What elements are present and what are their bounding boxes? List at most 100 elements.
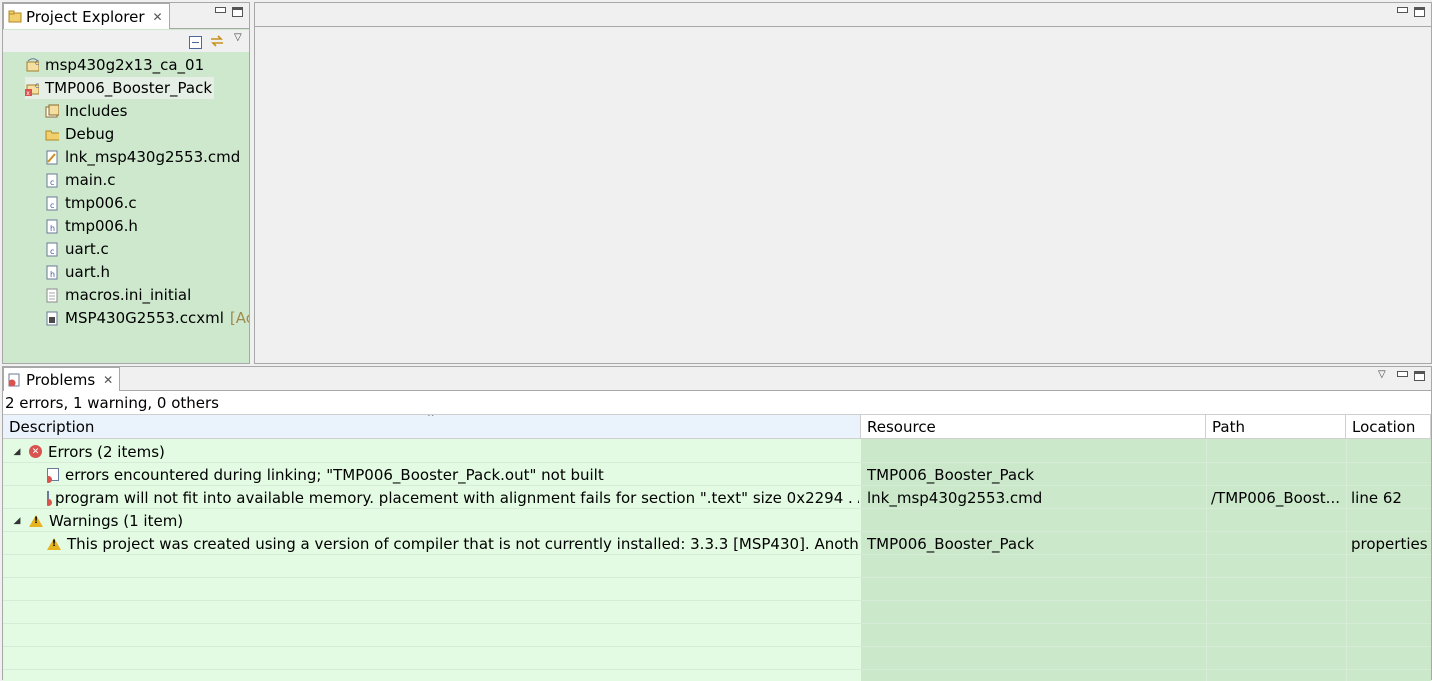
svg-text:C: C	[35, 83, 39, 90]
expand-toggle-icon[interactable]: ◢	[11, 447, 23, 457]
minimize-icon[interactable]	[215, 7, 226, 13]
svg-text:C: C	[35, 60, 39, 67]
tree-item[interactable]: c tmp006.c	[45, 192, 137, 214]
c-file-icon: c	[45, 242, 59, 257]
problem-row[interactable]: errors encountered during linking; "TMP0…	[3, 463, 1431, 486]
tree-item[interactable]: Includes	[45, 100, 127, 122]
svg-text:h: h	[50, 224, 55, 233]
problem-group-row[interactable]: ◢ ✕ Errors (2 items)	[3, 440, 1431, 463]
tree-item-label: TMP006_Booster_Pack	[45, 79, 213, 97]
path-cell	[1211, 532, 1343, 555]
description-cell: ◢ Warnings (1 item)	[11, 509, 859, 532]
project-explorer-toolbar: ▽	[3, 30, 249, 52]
problem-row[interactable]: program will not fit into available memo…	[3, 486, 1431, 509]
description-cell: This project was created using a version…	[47, 532, 859, 555]
collapse-all-icon[interactable]	[189, 35, 202, 53]
tree-item[interactable]: Cmsp430g2x13_ca_01	[25, 54, 204, 76]
tree-item-label: MSP430G2553.ccxml	[65, 309, 224, 327]
h-file-icon: h	[45, 219, 59, 234]
error-marker-icon	[47, 491, 52, 506]
view-menu-icon[interactable]: ▽	[234, 32, 242, 43]
location-cell	[1351, 463, 1431, 486]
problems-table: ^ Description Resource Path Location ◢ ✕ E…	[3, 415, 1431, 681]
tree-item-label: lnk_msp430g2553.cmd	[65, 148, 241, 166]
close-icon[interactable]: ✕	[153, 10, 163, 24]
resource-cell	[867, 509, 1203, 532]
maximize-icon[interactable]	[1414, 7, 1425, 17]
problem-row[interactable]: This project was created using a version…	[3, 532, 1431, 555]
location-cell: line 62	[1351, 488, 1402, 507]
tree-item[interactable]: h uart.h	[45, 261, 110, 283]
tree-item-decoration: [Ac	[229, 309, 249, 327]
c-file-icon: c	[45, 196, 59, 211]
error-marker-icon	[47, 468, 59, 483]
tab-problems[interactable]: Problems ✕	[3, 367, 121, 391]
tree-item[interactable]: c main.c	[45, 169, 116, 191]
description-text: Errors (2 items)	[48, 442, 165, 461]
resource-cell: TMP006_Booster_Pack	[867, 465, 1035, 484]
cmd-file-icon	[45, 150, 59, 165]
editor-area	[254, 2, 1432, 364]
warning-icon	[29, 514, 43, 527]
path-cell: /TMP006_Boost...	[1211, 488, 1340, 507]
row-divider	[3, 669, 1431, 670]
column-header-description[interactable]: ^ Description	[3, 415, 861, 439]
column-header-location[interactable]: Location	[1346, 415, 1431, 439]
svg-text:c: c	[50, 247, 54, 256]
tree-item[interactable]: Debug	[45, 123, 114, 145]
expand-toggle-icon[interactable]: ◢	[11, 516, 23, 526]
problem-group-row[interactable]: ◢ Warnings (1 item)	[3, 509, 1431, 532]
column-header-resource[interactable]: Resource	[861, 415, 1206, 439]
tree-item-label: tmp006.h	[65, 217, 138, 235]
description-cell: errors encountered during linking; "TMP0…	[47, 463, 859, 486]
description-cell: program will not fit into available memo…	[47, 486, 859, 509]
description-text: program will not fit into available memo…	[55, 488, 859, 507]
tab-label: Problems	[26, 370, 96, 389]
project-icon: C	[25, 57, 39, 73]
tab-project-explorer[interactable]: Project Explorer ✕	[3, 3, 170, 29]
link-with-editor-icon[interactable]	[209, 34, 225, 52]
row-divider	[3, 623, 1431, 624]
tree-item[interactable]: Cx TMP006_Booster_Pack	[25, 77, 215, 99]
text-file-icon	[45, 288, 59, 303]
editor-tabbar	[255, 3, 1431, 27]
problems-icon	[8, 372, 22, 387]
h-file-icon: h	[45, 265, 59, 280]
maximize-icon[interactable]	[1414, 371, 1425, 381]
project-explorer-tabbar: Project Explorer ✕	[3, 3, 249, 29]
description-cell: ◢ ✕ Errors (2 items)	[11, 440, 859, 463]
column-header-path[interactable]: Path	[1206, 415, 1346, 439]
tree-item[interactable]: lnk_msp430g2553.cmd	[45, 146, 240, 168]
view-menu-icon[interactable]: ▽	[1378, 369, 1386, 380]
path-cell	[1211, 463, 1343, 486]
path-cell	[1211, 509, 1343, 532]
tree-item[interactable]: h tmp006.h	[45, 215, 138, 237]
tab-label: Project Explorer	[26, 7, 145, 26]
tree-item-label: Includes	[65, 102, 128, 120]
row-divider	[3, 577, 1431, 578]
tree-item-label: macros.ini_initial	[65, 286, 192, 304]
project-explorer-view: Project Explorer ✕ ▽ Cmsp430g2x13_ca_01 C…	[2, 2, 250, 364]
sort-ascending-icon: ^	[427, 415, 435, 423]
minimize-icon[interactable]	[1397, 371, 1408, 377]
svg-text:x: x	[26, 90, 30, 96]
path-cell	[1211, 440, 1343, 463]
close-icon[interactable]: ✕	[103, 373, 113, 387]
resource-cell	[867, 440, 1203, 463]
svg-text:c: c	[50, 178, 54, 187]
tree-item[interactable]: MSP430G2553.ccxml [Ac	[45, 307, 249, 329]
tree-item[interactable]: c uart.c	[45, 238, 109, 260]
resource-cell: TMP006_Booster_Pack	[867, 534, 1035, 553]
project-explorer-icon	[8, 9, 22, 24]
description-text: Warnings (1 item)	[49, 511, 184, 530]
problems-tabbar: Problems ✕ ▽	[3, 367, 1431, 391]
row-divider	[3, 646, 1431, 647]
location-cell	[1351, 440, 1431, 463]
minimize-icon[interactable]	[1397, 7, 1408, 13]
problems-summary: 2 errors, 1 warning, 0 others	[3, 391, 1431, 415]
warning-icon	[47, 537, 61, 550]
tree-item-label: uart.h	[65, 263, 111, 281]
maximize-icon[interactable]	[232, 7, 243, 17]
description-text: errors encountered during linking; "TMP0…	[65, 465, 604, 484]
tree-item[interactable]: macros.ini_initial	[45, 284, 191, 306]
